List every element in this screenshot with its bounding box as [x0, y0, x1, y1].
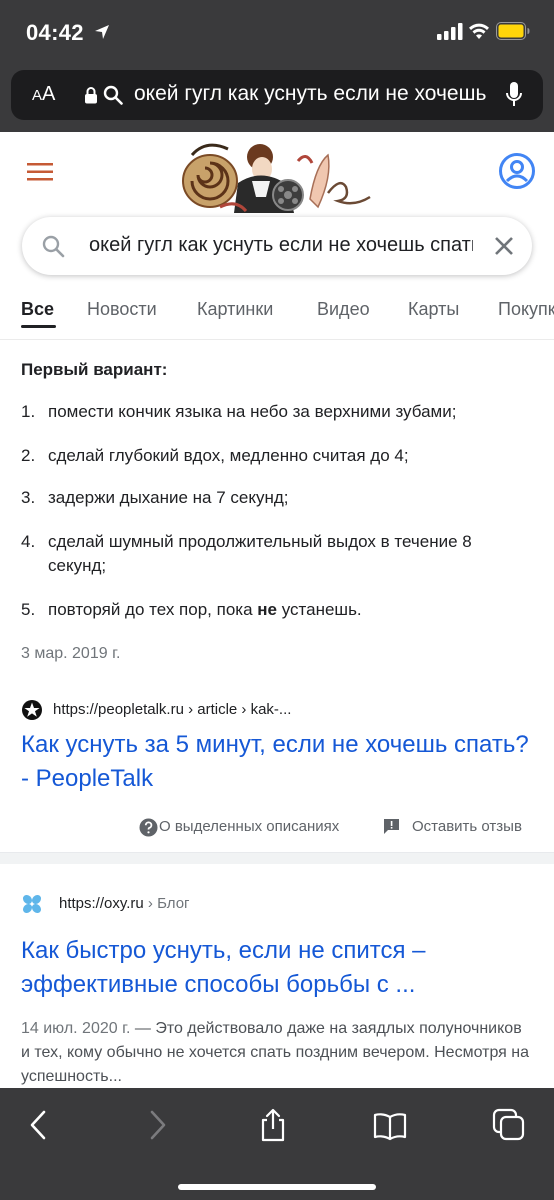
tab-images[interactable]: Картинки: [197, 299, 273, 320]
snippet-date: 3 мар. 2019 г.: [21, 645, 121, 662]
battery-icon: [496, 22, 530, 40]
search-input[interactable]: окей гугл как уснуть если не хочешь спат…: [89, 234, 473, 257]
address-bar[interactable]: AA окей гугл как уснуть если не хочешь с…: [11, 70, 543, 120]
search-icon[interactable]: [41, 234, 65, 258]
search-tabs: Все Новости Картинки Видео Карты Покупки: [0, 288, 554, 340]
snippet-heading: Первый вариант:: [21, 360, 168, 379]
result-title-link[interactable]: Как уснуть за 5 минут, если не хочешь сп…: [21, 728, 531, 796]
microphone-icon[interactable]: [505, 81, 523, 109]
google-doodle-logo[interactable]: [178, 137, 374, 217]
result-snippet: 14 июл. 2020 г. — Это действовало даже н…: [21, 1020, 529, 1085]
tabs-icon[interactable]: [492, 1108, 526, 1142]
address-bar-text[interactable]: окей гугл как уснуть если не хочешь спат…: [134, 82, 486, 110]
about-snippets-link[interactable]: О выделенных описаниях: [159, 818, 339, 835]
tab-maps[interactable]: Карты: [408, 299, 459, 320]
forward-icon[interactable]: [140, 1108, 174, 1142]
help-icon[interactable]: [139, 818, 158, 837]
result-title-link[interactable]: Как быстро уснуть, если не спится – эффе…: [21, 934, 531, 1002]
active-tab-indicator: [21, 325, 56, 328]
peopletalk-favicon-icon: [22, 700, 42, 720]
cellular-signal-icon: [437, 23, 463, 40]
feedback-icon[interactable]: [383, 818, 400, 835]
lock-icon: [85, 87, 97, 104]
browser-top-chrome: 04:42 AA окей гугл как уснуть если не хо…: [0, 0, 554, 132]
home-indicator: [178, 1184, 376, 1190]
text-size-button[interactable]: AA: [32, 83, 55, 106]
oxy-favicon-icon: [22, 894, 42, 914]
menu-icon[interactable]: [26, 160, 54, 184]
share-icon[interactable]: [256, 1108, 290, 1142]
bookmarks-icon[interactable]: [373, 1108, 407, 1142]
back-icon[interactable]: [22, 1108, 56, 1142]
tab-all[interactable]: Все: [21, 299, 54, 320]
search-box[interactable]: окей гугл как уснуть если не хочешь спат…: [22, 217, 532, 275]
account-icon[interactable]: [498, 152, 536, 190]
result-url[interactable]: https://peopletalk.ru › article › kak-..…: [53, 701, 291, 718]
status-time: 04:42: [26, 20, 84, 45]
leave-feedback-link[interactable]: Оставить отзыв: [412, 818, 522, 835]
tab-videos[interactable]: Видео: [317, 299, 370, 320]
result-url[interactable]: https://oxy.ru › Блог: [59, 895, 190, 912]
clear-icon[interactable]: [492, 234, 516, 258]
tab-shopping[interactable]: Покупки: [498, 299, 554, 320]
tab-news[interactable]: Новости: [87, 299, 157, 320]
wifi-icon: [469, 23, 489, 39]
status-bar: 04:42: [0, 0, 554, 62]
search-icon: [103, 85, 123, 105]
result-divider: [0, 852, 554, 864]
location-arrow-icon: [95, 25, 109, 39]
